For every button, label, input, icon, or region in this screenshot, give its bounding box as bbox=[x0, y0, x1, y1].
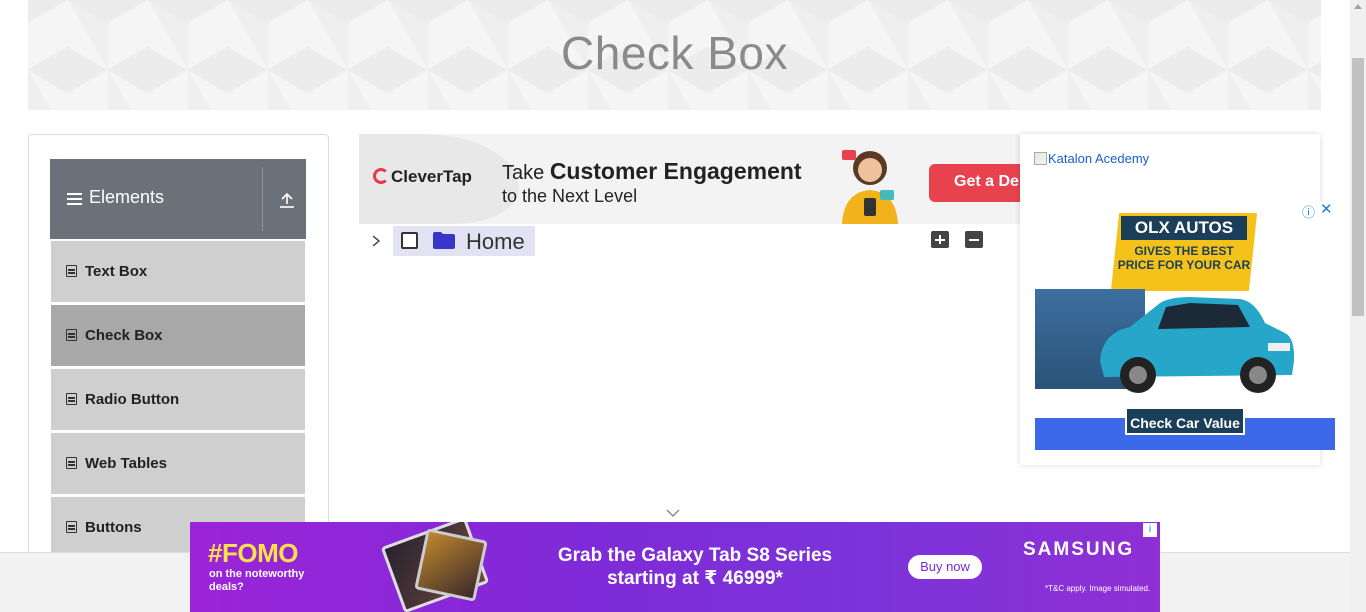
chevron-down-icon bbox=[666, 509, 680, 517]
clevertap-ad[interactable]: CleverTap Take Customer Engagement to th… bbox=[359, 134, 1021, 224]
sidebar-item-text-box[interactable]: Text Box bbox=[51, 241, 305, 303]
close-icon[interactable]: ✕ bbox=[1320, 201, 1333, 218]
sidebar-item-check-box[interactable]: Check Box bbox=[51, 305, 305, 367]
right-ad-panel: Katalon Acedemy ⓘ ✕ OLX AUTOS GIVES THE … bbox=[1020, 134, 1335, 465]
group-header-elements[interactable]: Elements bbox=[50, 159, 306, 239]
document-icon bbox=[66, 521, 77, 533]
olx-cta-button[interactable]: Check Car Value bbox=[1125, 407, 1245, 435]
olx-tagline: GIVES THE BEST PRICE FOR YOUR CAR bbox=[1117, 244, 1251, 272]
sidebar-item-label: Check Box bbox=[85, 327, 163, 344]
car-image bbox=[1100, 297, 1295, 393]
tablet-image-2 bbox=[414, 528, 488, 602]
sidebar-item-label: Radio Button bbox=[85, 391, 180, 408]
header-divider bbox=[262, 167, 263, 231]
page-root: { "page": { "title": "Check Box" }, "sid… bbox=[0, 0, 1366, 612]
group-header-label: Elements bbox=[89, 187, 165, 207]
ad-cta-button[interactable]: Get a De bbox=[929, 164, 1021, 202]
ad-person-image bbox=[842, 150, 898, 224]
fomo-subheading: on the noteworthy deals? bbox=[209, 568, 305, 593]
ad-headline: Take Customer Engagement bbox=[502, 158, 802, 184]
header-banner: Check Box bbox=[28, 0, 1321, 110]
folder-icon bbox=[433, 232, 455, 249]
document-icon bbox=[66, 457, 77, 469]
broken-image-icon bbox=[1034, 152, 1047, 165]
sidebar-item-web-tables[interactable]: Web Tables bbox=[51, 433, 305, 495]
expand-all-button[interactable] bbox=[931, 231, 949, 248]
collapse-all-button[interactable] bbox=[965, 231, 983, 248]
document-icon bbox=[66, 393, 77, 405]
hamburger-icon bbox=[67, 193, 82, 206]
samsung-logo: SAMSUNG bbox=[1023, 539, 1135, 560]
adchoices-icon[interactable]: ⓘ bbox=[1302, 202, 1315, 221]
olx-title: OLX AUTOS bbox=[1121, 216, 1247, 240]
fomo-heading: #FOMO bbox=[208, 538, 298, 568]
document-icon bbox=[66, 265, 77, 277]
document-icon bbox=[66, 329, 77, 341]
page-title: Check Box bbox=[561, 27, 788, 79]
chevron-right-icon[interactable] bbox=[370, 234, 382, 248]
buy-now-button[interactable]: Buy now bbox=[908, 555, 982, 579]
clevertap-logo: CleverTap bbox=[373, 167, 472, 187]
sidebar: Elements Text Box Check Box Radio Button… bbox=[28, 134, 329, 574]
sidebar-item-label: Text Box bbox=[85, 263, 148, 280]
adchoices-icon[interactable]: i bbox=[1143, 523, 1157, 537]
ad-subheadline: to the Next Level bbox=[502, 186, 638, 206]
scroll-up-arrow-icon[interactable] bbox=[1354, 4, 1362, 9]
sidebar-item-label: Web Tables bbox=[85, 455, 167, 472]
collapse-up-icon[interactable] bbox=[278, 191, 296, 209]
terms-text: *T&C apply. Image simulated. bbox=[1045, 584, 1151, 593]
home-checkbox[interactable] bbox=[401, 232, 418, 249]
scrollbar-thumb[interactable] bbox=[1352, 58, 1364, 316]
samsung-ad[interactable]: #FOMO on the noteworthy deals? Grab the … bbox=[190, 522, 1160, 612]
vertical-scrollbar[interactable] bbox=[1350, 0, 1366, 612]
katalon-ad-link[interactable]: Katalon Acedemy bbox=[1034, 151, 1149, 166]
olx-ad[interactable]: ⓘ ✕ OLX AUTOS GIVES THE BEST PRICE FOR Y… bbox=[1035, 201, 1335, 450]
sidebar-item-label: Buttons bbox=[85, 519, 142, 536]
tree-node-label[interactable]: Home bbox=[466, 229, 525, 255]
sidebar-item-radio-button[interactable]: Radio Button bbox=[51, 369, 305, 431]
samsung-headline: Grab the Galaxy Tab S8 Series starting a… bbox=[557, 545, 833, 589]
